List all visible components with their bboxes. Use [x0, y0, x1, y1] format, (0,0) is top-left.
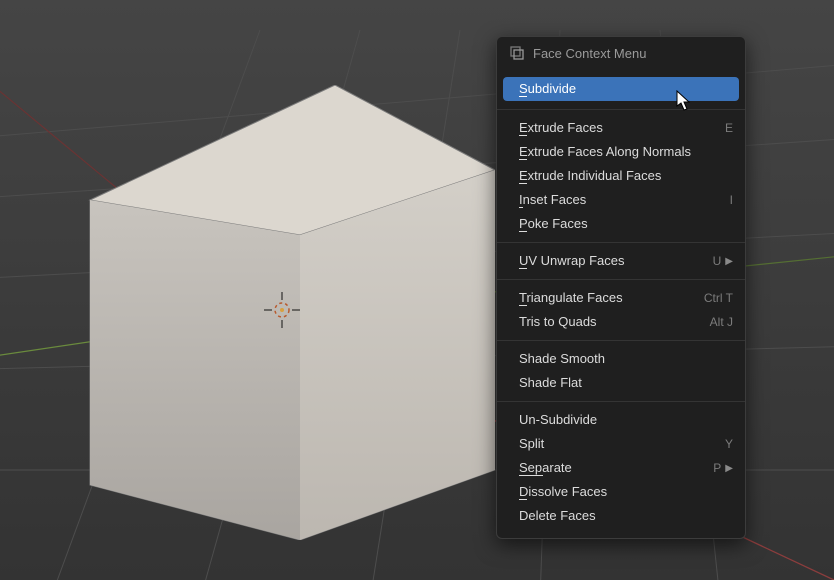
menu-item-uv-unwrap-faces[interactable]: UV Unwrap Faces U▶	[497, 249, 745, 273]
menu-item-label: Split	[519, 435, 715, 453]
menu-separator	[497, 340, 745, 341]
menu-item-label: Shade Smooth	[519, 350, 733, 368]
menu-item-shortcut: P	[713, 461, 721, 475]
menu-item-split[interactable]: Split Y	[497, 432, 745, 456]
menu-item-label: Dissolve Faces	[519, 483, 733, 501]
face-context-menu[interactable]: Face Context Menu Subdivide Extrude Faces…	[496, 36, 746, 539]
submenu-arrow-icon: ▶	[725, 256, 733, 267]
menu-separator	[497, 109, 745, 110]
menu-item-shortcut: Y	[725, 437, 733, 451]
menu-item-label: Poke Faces	[519, 215, 733, 233]
y-axis	[0, 315, 270, 370]
menu-separator	[497, 242, 745, 243]
menu-item-extrude-faces[interactable]: Extrude Faces E	[497, 116, 745, 140]
menu-item-shortcut: U	[713, 254, 722, 268]
menu-item-label: Subdivide	[519, 80, 733, 98]
menu-header: Face Context Menu	[497, 37, 745, 71]
menu-item-shortcut: E	[725, 121, 733, 135]
menu-item-un-subdivide[interactable]: Un-Subdivide	[497, 408, 745, 432]
menu-item-label: Shade Flat	[519, 374, 733, 392]
menu-item-label: UV Unwrap Faces	[519, 252, 703, 270]
menu-item-shortcut: Alt J	[710, 315, 733, 329]
menu-item-label: Extrude Faces Along Normals	[519, 143, 733, 161]
menu-item-shortcut: Ctrl T	[704, 291, 733, 305]
menu-item-label: Un-Subdivide	[519, 411, 733, 429]
menu-item-shortcut: I	[730, 193, 733, 207]
menu-item-label: Separate	[519, 459, 703, 477]
menu-item-label: Delete Faces	[519, 507, 733, 525]
menu-separator	[497, 279, 745, 280]
menu-separator	[497, 401, 745, 402]
viewport-3d[interactable]: Face Context Menu Subdivide Extrude Faces…	[0, 0, 834, 580]
menu-item-triangulate-faces[interactable]: Triangulate Faces Ctrl T	[497, 286, 745, 310]
face-icon	[509, 45, 525, 61]
menu-item-shade-flat[interactable]: Shade Flat	[497, 371, 745, 395]
menu-item-tris-to-quads[interactable]: Tris to Quads Alt J	[497, 310, 745, 334]
menu-item-label: Tris to Quads	[519, 313, 700, 331]
menu-item-separate[interactable]: Separate P ▶	[497, 456, 745, 480]
menu-item-inset-faces[interactable]: Inset Faces I	[497, 188, 745, 212]
menu-item-label: Triangulate Faces	[519, 289, 694, 307]
menu-item-shade-smooth[interactable]: Shade Smooth	[497, 347, 745, 371]
menu-item-label: Extrude Individual Faces	[519, 167, 733, 185]
menu-item-poke-faces[interactable]: Poke Faces	[497, 212, 745, 236]
menu-item-delete-faces[interactable]: Delete Faces	[497, 504, 745, 528]
menu-item-subdivide[interactable]: Subdivide	[503, 77, 739, 101]
menu-item-extrude-faces-along-normals[interactable]: Extrude Faces Along Normals	[497, 140, 745, 164]
submenu-arrow-icon: ▶	[725, 463, 733, 474]
menu-item-label: Inset Faces	[519, 191, 720, 209]
menu-item-label: Extrude Faces	[519, 119, 715, 137]
menu-item-dissolve-faces[interactable]: Dissolve Faces	[497, 480, 745, 504]
menu-item-extrude-individual-faces[interactable]: Extrude Individual Faces	[497, 164, 745, 188]
menu-title: Face Context Menu	[533, 46, 646, 61]
